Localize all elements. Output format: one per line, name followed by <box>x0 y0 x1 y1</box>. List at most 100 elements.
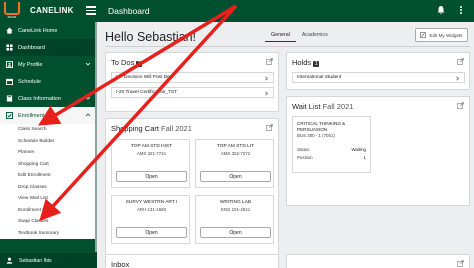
class-name: TOP AM STD HIST <box>130 144 173 149</box>
chevron-right-icon <box>265 91 269 96</box>
todo-item[interactable]: UK Decision Will Post Dec... <box>111 72 274 83</box>
cart-class-card: WRITING LAB ENG 101-2541 Open <box>195 195 274 244</box>
submenu-item-class-search[interactable]: Class Search <box>0 124 97 136</box>
submenu-item-textbook-summary[interactable]: Textbook Summary <box>0 228 97 240</box>
submenu-item-edit-enrollment[interactable]: Edit Enrollment <box>0 170 97 182</box>
sidebar-item-my-profile[interactable]: My Profile <box>0 56 97 73</box>
submenu-item-view-wait-list[interactable]: View Wait List <box>0 193 97 205</box>
wait-list-class-card[interactable]: CRITICAL THINKING & PERSUASION BUS 300 -… <box>292 116 371 173</box>
user-icon <box>6 257 13 264</box>
calendar-icon <box>6 78 13 85</box>
inbox-title: Inbox <box>111 260 130 268</box>
sidebar-item-label: Enrollment <box>18 112 45 119</box>
miami-u-logo[interactable]: MIAMI <box>4 2 20 20</box>
enrollment-submenu: Class Search Schedule Builder Planner Sh… <box>0 124 97 239</box>
submenu-item-swap-classes[interactable]: Swap Classes <box>0 216 97 228</box>
sidebar-user[interactable]: Sebastian Ibis <box>0 253 97 268</box>
holds-count-badge: 1 <box>313 61 320 67</box>
top-bar: MIAMI CANELINK Dashboard <box>0 0 474 22</box>
class-name: WRITING LAB <box>219 200 252 205</box>
dashboard-tabs: General Academics <box>265 32 334 42</box>
chevron-down-icon <box>85 96 91 100</box>
sidebar-item-class-information[interactable]: Class Information <box>0 90 97 107</box>
todos-count-badge: 2 <box>136 61 143 67</box>
greeting: Hello Sebastian! <box>105 30 197 44</box>
sidebar-item-label: CaneLink Home <box>18 27 58 34</box>
chevron-right-icon <box>265 76 269 81</box>
tab-academics[interactable]: Academics <box>296 32 334 42</box>
open-class-button[interactable]: Open <box>200 227 271 238</box>
sidebar: CaneLink Home Dashboard My Profile Sched… <box>0 22 97 268</box>
sidebar-item-canelink-home[interactable]: CaneLink Home <box>0 22 97 39</box>
profile-icon <box>6 61 13 68</box>
status-label: Status <box>297 147 310 152</box>
page-title: Dashboard <box>108 6 150 16</box>
u-logo-mark <box>4 2 20 15</box>
class-code: AMS 322-7272 <box>220 151 251 156</box>
sidebar-item-label: My Profile <box>18 61 43 68</box>
open-class-button[interactable]: Open <box>116 227 187 238</box>
external-link-icon[interactable] <box>266 58 273 65</box>
wait-list-title: Wait List Fall 2021 <box>292 102 354 111</box>
submenu-item-drop-classes[interactable]: Drop Classes <box>0 182 97 194</box>
open-class-button[interactable]: Open <box>200 171 271 182</box>
hamburger-menu-icon[interactable] <box>86 6 96 15</box>
chevron-down-icon <box>85 62 91 66</box>
shopping-cart-card: Shopping Cart Fall 2021 TOP AM STD HIST … <box>105 118 279 263</box>
class-name: SURVY WESTRN ART I <box>125 200 178 205</box>
shopping-cart-title: Shopping Cart Fall 2021 <box>111 124 192 133</box>
external-link-icon[interactable] <box>457 58 464 65</box>
enrollment-icon <box>6 112 13 119</box>
class-name: CRITICAL THINKING & PERSUASION <box>297 121 346 132</box>
sidebar-item-dashboard[interactable]: Dashboard <box>0 39 97 56</box>
todos-title: To Dos 2 <box>111 58 143 67</box>
dashboard-icon <box>6 44 13 51</box>
submenu-item-shopping-cart[interactable]: Shopping Cart <box>0 159 97 171</box>
main-content: Hello Sebastian! General Academics Edit … <box>97 22 474 268</box>
submenu-item-planner[interactable]: Planner <box>0 147 97 159</box>
holds-title: Holds 1 <box>292 58 320 67</box>
empty-widget-card <box>286 254 470 268</box>
brand-name[interactable]: CANELINK <box>30 6 74 15</box>
status-value: Waiting <box>351 147 366 152</box>
sidebar-item-label: Dashboard <box>18 44 45 51</box>
sidebar-item-schedule[interactable]: Schedule <box>0 73 97 90</box>
sidebar-item-enrollment[interactable]: Enrollment <box>0 107 97 124</box>
class-code: ENG 101-2541 <box>220 207 251 212</box>
edit-icon <box>420 32 427 38</box>
submenu-item-schedule-builder[interactable]: Schedule Builder <box>0 136 97 148</box>
external-link-icon[interactable] <box>457 260 464 267</box>
external-link-icon[interactable] <box>266 124 273 131</box>
logo-subtext: MIAMI <box>7 15 17 19</box>
todo-item[interactable]: I-20 Travel Certification_TST <box>111 87 274 98</box>
chevron-right-icon <box>456 76 460 81</box>
external-link-icon[interactable] <box>457 102 464 109</box>
class-name: TOP AM STD LIT <box>216 144 255 149</box>
holds-card: Holds 1 International Student <box>286 52 470 90</box>
cart-class-card: TOP AM STD LIT AMS 322-7272 Open <box>195 139 274 188</box>
open-class-button[interactable]: Open <box>116 171 187 182</box>
edit-my-widgets-button[interactable]: Edit My Widgets <box>415 28 468 42</box>
position-value: 1 <box>363 155 366 160</box>
wait-list-card: Wait List Fall 2021 CRITICAL THINKING & … <box>286 96 470 206</box>
position-label: Position <box>297 155 313 160</box>
cart-class-card: SURVY WESTRN ART I ARH 131-1680 Open <box>111 195 190 244</box>
hold-item[interactable]: International Student <box>292 72 465 83</box>
class-code: BUS 300 - 1 (7051) <box>297 133 335 138</box>
inbox-card: Inbox <box>105 254 279 268</box>
tab-general[interactable]: General <box>265 32 296 42</box>
chevron-up-icon <box>85 113 91 117</box>
tabs-divider <box>105 46 470 47</box>
user-name: Sebastian Ibis <box>19 257 52 264</box>
sidebar-item-label: Schedule <box>18 78 41 85</box>
class-code: ARH 131-1680 <box>136 207 167 212</box>
top-icons <box>436 5 466 15</box>
edit-my-widgets-label: Edit My Widgets <box>429 32 463 38</box>
submenu-item-enrollment-dates[interactable]: Enrollment Dates <box>0 205 97 217</box>
more-vertical-icon[interactable] <box>456 5 466 15</box>
class-code: AMS 321-7741 <box>136 151 167 156</box>
home-icon <box>6 27 13 34</box>
bell-icon[interactable] <box>436 5 446 15</box>
todos-card: To Dos 2 UK Decision Will Post Dec... I-2… <box>105 52 279 112</box>
book-icon <box>6 95 13 102</box>
